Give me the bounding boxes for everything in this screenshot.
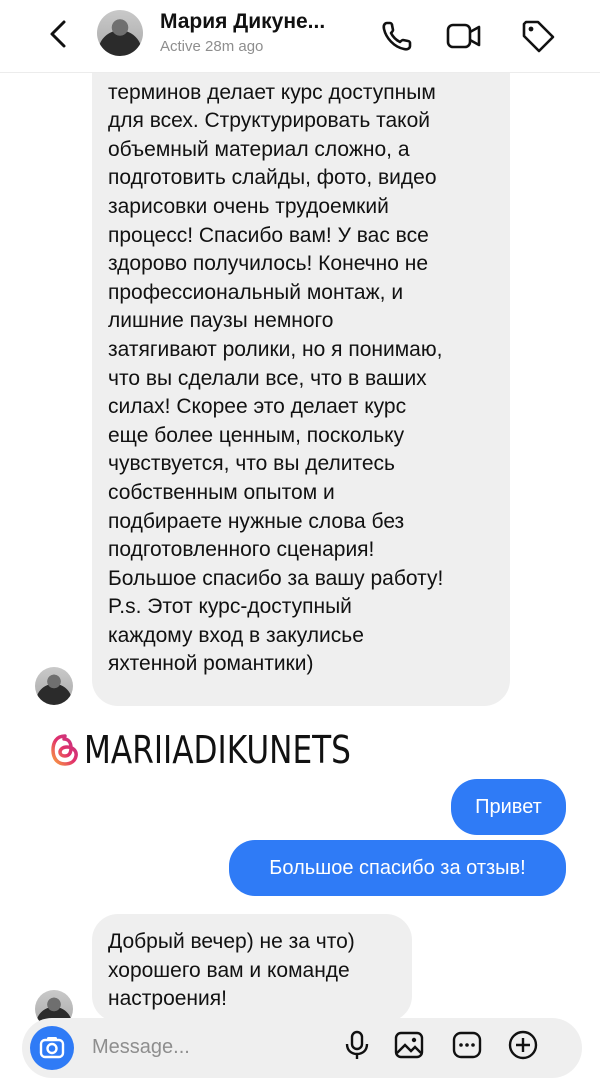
message-text: Привет bbox=[475, 795, 542, 818]
message-line: настроения! bbox=[108, 987, 227, 1011]
message-line: хорошего вам и команде bbox=[108, 958, 350, 982]
reply-text: Добрый вечер) не за что) хорошего вам и … bbox=[108, 928, 355, 1014]
sender-avatar[interactable] bbox=[35, 667, 73, 705]
message-line: еще более ценным, поскольку bbox=[108, 423, 405, 447]
outgoing-message-thanks[interactable]: Большое спасибо за отзыв! bbox=[229, 840, 566, 896]
camera-icon bbox=[39, 1037, 65, 1059]
message-composer: Message... bbox=[22, 1018, 582, 1078]
sticker-icon[interactable] bbox=[450, 1028, 484, 1062]
message-line: собственным опытом и bbox=[108, 480, 335, 504]
gallery-icon[interactable] bbox=[392, 1028, 426, 1062]
mic-icon[interactable] bbox=[340, 1028, 374, 1062]
message-line: каждому вход в закулисье bbox=[108, 623, 364, 647]
review-text: Минимальное использование терминов делае… bbox=[108, 50, 443, 679]
phone-icon[interactable] bbox=[377, 16, 417, 56]
username-text: MARIIADIKUNETS bbox=[84, 728, 351, 772]
message-line: процесс! Спасибо вам! У вас все bbox=[108, 223, 429, 247]
chat-header: Мария Дикуне... Active 28m ago bbox=[0, 0, 600, 73]
message-line: подбираете нужные слова без bbox=[108, 509, 405, 533]
camera-button[interactable] bbox=[30, 1026, 74, 1070]
message-line: затягивают ролики, но я понимаю, bbox=[108, 337, 443, 361]
message-line: терминов делает курс доступным bbox=[108, 80, 436, 104]
message-text: Большое спасибо за отзыв! bbox=[269, 856, 526, 879]
incoming-message-reply[interactable]: Добрый вечер) не за что) хорошего вам и … bbox=[92, 914, 412, 1022]
chat-thread[interactable]: Минимальное использование терминов делае… bbox=[0, 0, 600, 1060]
message-line: подготовить слайды, фото, видео bbox=[108, 166, 437, 190]
threads-icon bbox=[51, 734, 78, 766]
video-icon[interactable] bbox=[444, 16, 484, 56]
message-line: профессиональный монтаж, и bbox=[108, 280, 404, 304]
username-sticker: MARIIADIKUNETS bbox=[50, 726, 410, 774]
message-line: зарисовки очень трудоемкий bbox=[108, 194, 389, 218]
message-line: P.s. Этот курс-доступный bbox=[108, 595, 352, 619]
outgoing-message-hello[interactable]: Привет bbox=[451, 779, 566, 835]
message-line: для всех. Структурировать такой bbox=[108, 109, 430, 133]
contact-avatar[interactable] bbox=[97, 10, 143, 56]
message-line: Добрый вечер) не за что) bbox=[108, 930, 355, 953]
message-line: объемный материал сложно, а bbox=[108, 137, 410, 161]
message-line: Большое спасибо за вашу работу! bbox=[108, 566, 444, 590]
message-line: лишние паузы немного bbox=[108, 309, 334, 333]
message-line: силах! Скорее это делает курс bbox=[108, 395, 407, 419]
plus-icon[interactable] bbox=[506, 1028, 540, 1062]
contact-name[interactable]: Мария Дикуне... bbox=[160, 10, 360, 34]
message-line: яхтенной романтики) bbox=[108, 652, 314, 676]
message-line: что вы сделали все, что в ваших bbox=[108, 366, 427, 390]
tag-icon[interactable] bbox=[518, 16, 558, 56]
incoming-message-review[interactable]: Минимальное использование терминов делае… bbox=[92, 40, 510, 706]
message-input[interactable]: Message... bbox=[92, 1036, 190, 1059]
message-line: чувствуется, что вы делитесь bbox=[108, 452, 395, 476]
back-icon[interactable] bbox=[40, 14, 80, 54]
activity-status: Active 28m ago bbox=[160, 38, 264, 55]
message-line: подготовленного сценария! bbox=[108, 538, 375, 562]
message-line: здорово получилось! Конечно не bbox=[108, 252, 429, 276]
